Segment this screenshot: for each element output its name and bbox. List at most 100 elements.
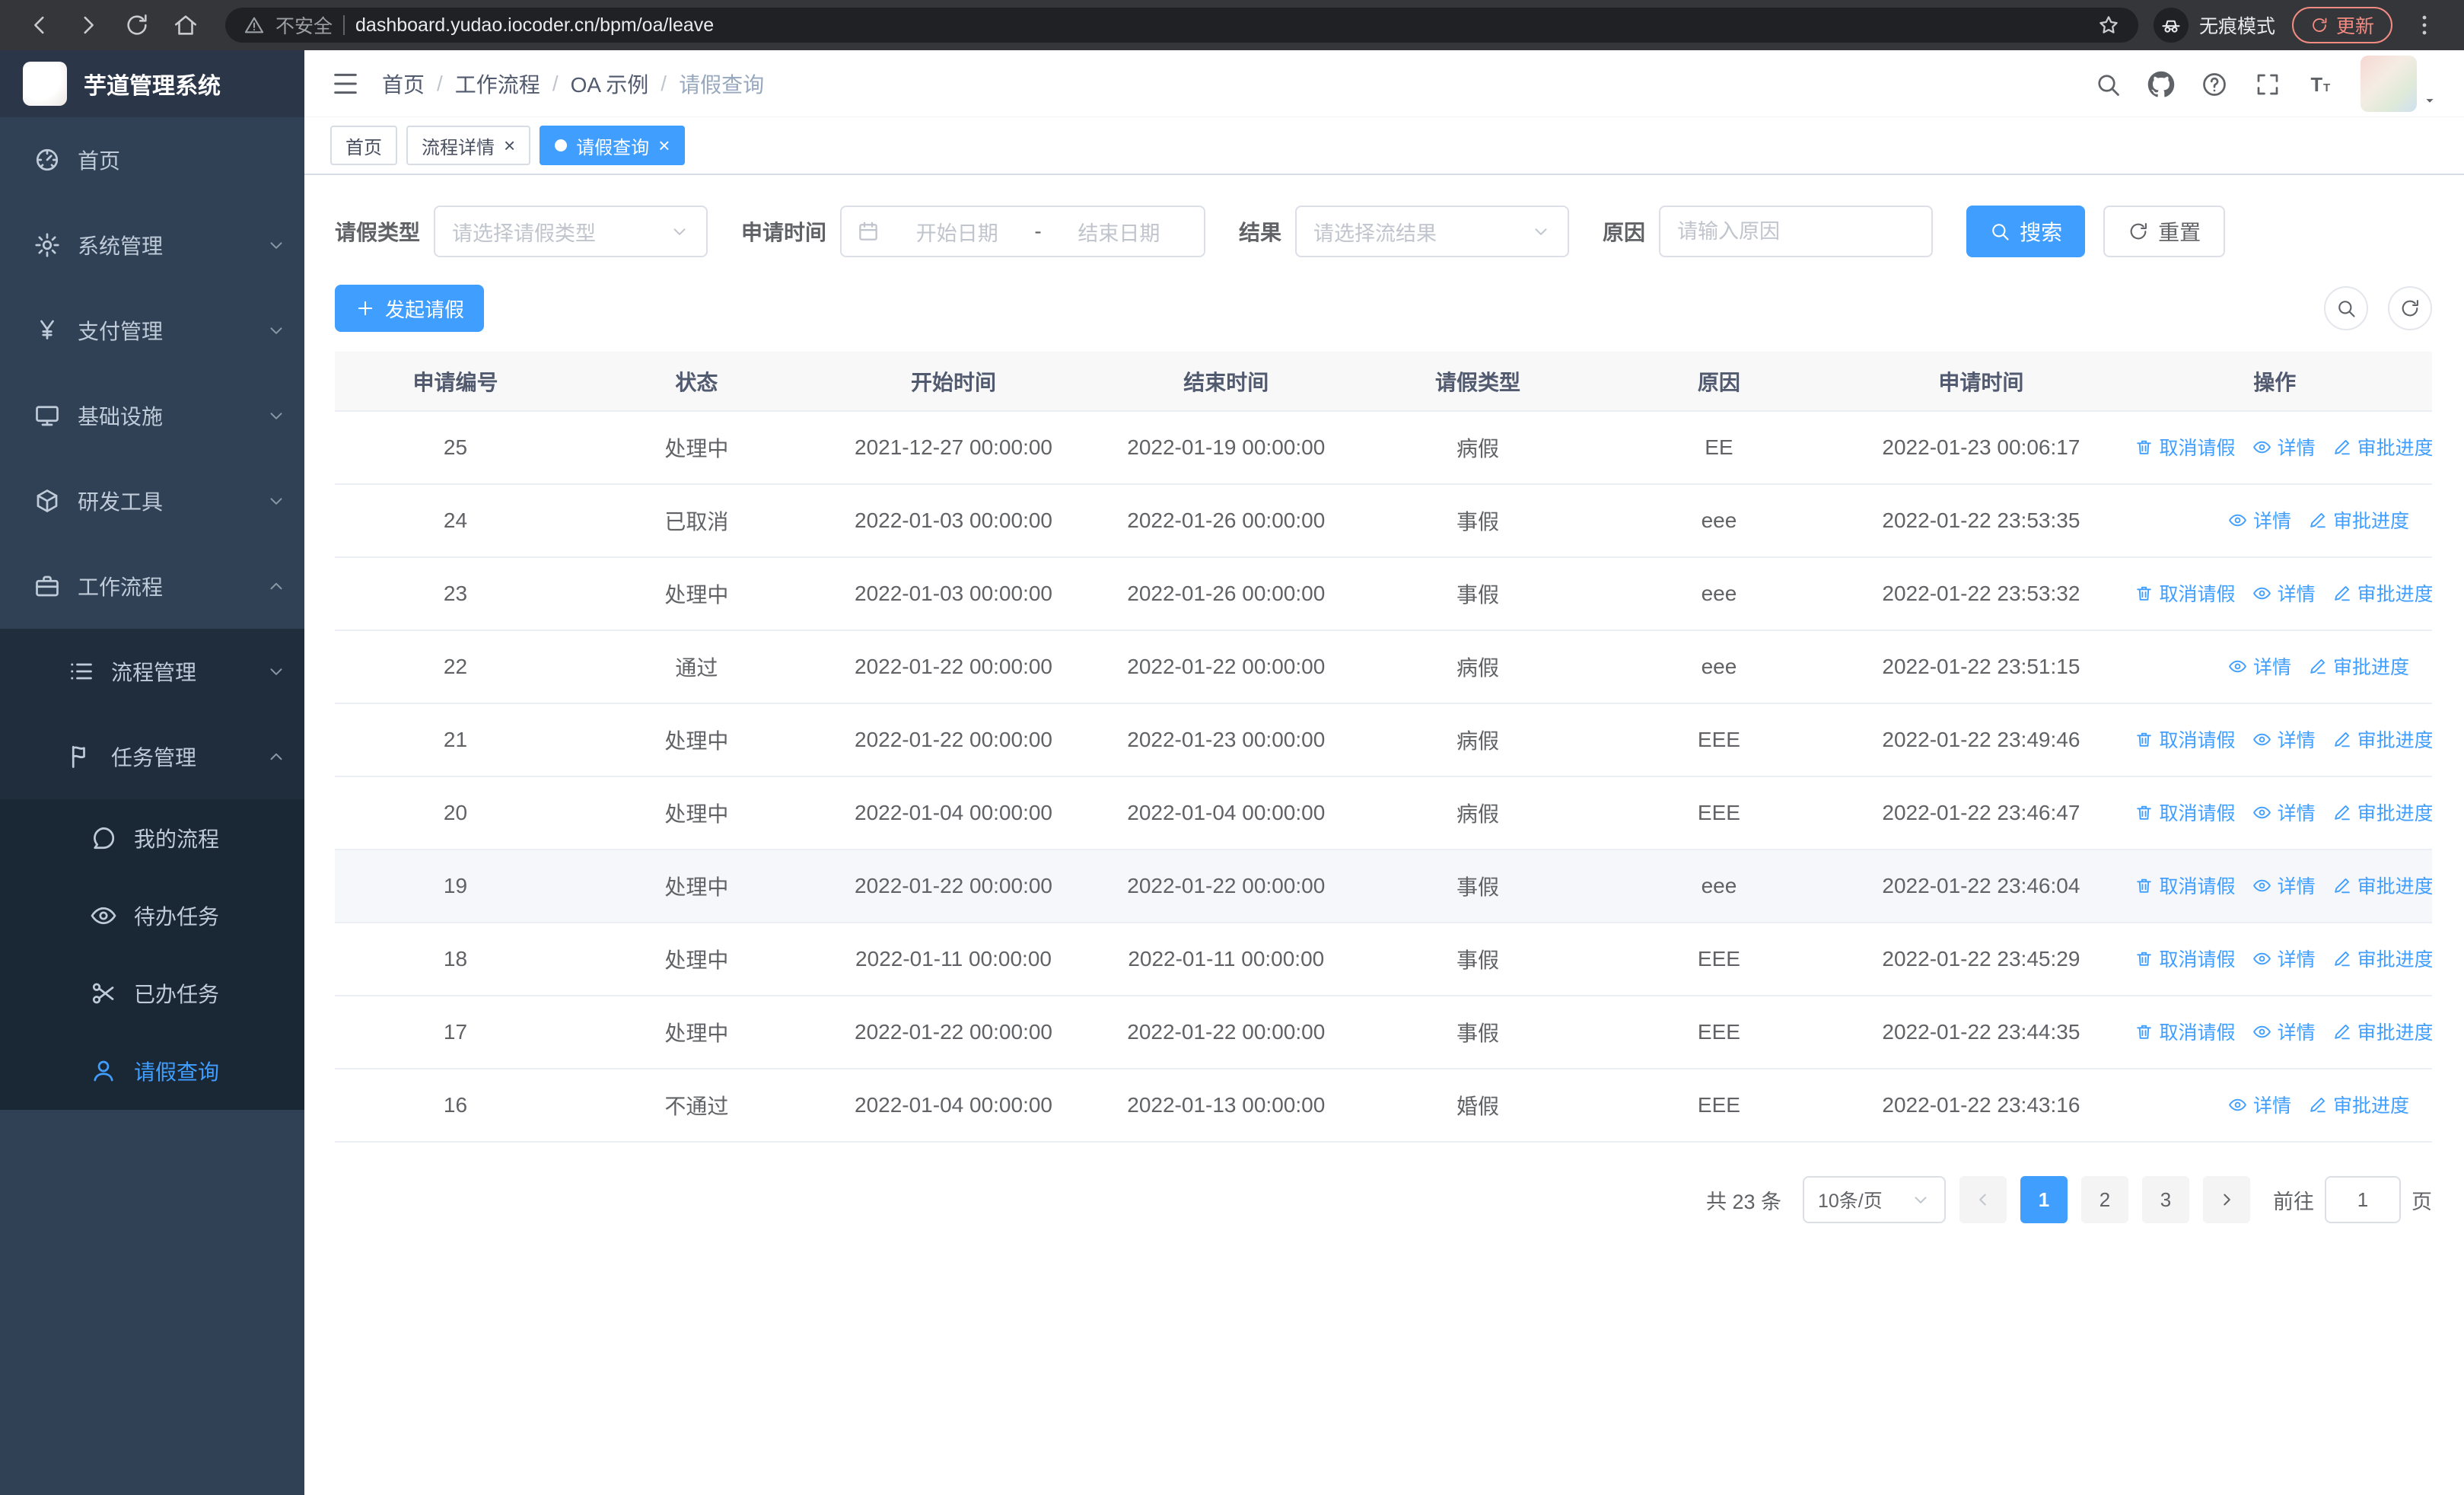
apply-time-range-picker[interactable]: 开始日期 - 结束日期 [840,206,1206,257]
bookmark-star-icon[interactable] [2097,14,2120,37]
sidebar-item-label: 工作流程 [78,575,164,599]
breadcrumb-item[interactable]: OA 示例 [571,69,649,99]
help-icon[interactable] [2201,71,2228,98]
browser-back-icon[interactable] [27,12,53,38]
detail-link[interactable]: 详情 [2228,1091,2291,1118]
cell-apply-no: 23 [335,557,576,631]
update-button[interactable]: 更新 [2291,7,2392,43]
next-page-button[interactable] [2203,1176,2250,1223]
close-icon[interactable]: × [658,135,670,155]
page-content: 请假类型 请选择请假类型 申请时间 开始日期 - 结束日期 结果 请选择流结果 … [304,175,2464,1223]
cell-end-time: 2022-01-22 00:00:00 [1090,850,1363,923]
search-icon[interactable] [2094,71,2122,98]
cell-status: 处理中 [575,557,817,631]
approval-progress-link[interactable]: 审批进度 [2332,872,2432,899]
toggle-search-button[interactable] [2324,286,2368,330]
approval-progress-link[interactable]: 审批进度 [2332,1018,2432,1045]
detail-link[interactable]: 详情 [2252,872,2316,899]
sidebar-item-label: 系统管理 [78,234,164,258]
tab-home[interactable]: 首页 [330,126,397,165]
approval-progress-link[interactable]: 审批进度 [2308,1091,2409,1118]
sidebar-item-task-mgmt[interactable]: 任务管理 [0,714,304,799]
table-row: 23 处理中 2022-01-03 00:00:00 2022-01-26 00:00… [335,557,2432,631]
cell-end-time: 2022-01-11 00:00:00 [1090,923,1363,996]
sidebar-item-home[interactable]: 首页 [0,117,304,202]
sidebar-item-process-mgmt[interactable]: 流程管理 [0,629,304,714]
sidebar-toggle-icon[interactable] [330,69,361,99]
browser-forward-icon[interactable] [75,12,101,38]
approval-progress-link[interactable]: 审批进度 [2332,799,2432,826]
cancel-leave-link[interactable]: 取消请假 [2135,799,2236,826]
cell-reason: eee [1593,850,1845,923]
fullscreen-icon[interactable] [2254,71,2281,98]
cell-reason: EEE [1593,923,1845,996]
page-button-2[interactable]: 2 [2081,1176,2128,1223]
detail-link[interactable]: 详情 [2252,433,2316,461]
page-size-select[interactable]: 10条/页 [1803,1176,1946,1223]
cell-status: 处理中 [575,850,817,923]
sidebar-item-my-process[interactable]: 我的流程 [0,799,304,877]
result-select[interactable]: 请选择流结果 [1295,206,1570,257]
detail-link[interactable]: 详情 [2228,652,2291,680]
chevron-down-icon [670,222,689,241]
cancel-leave-link[interactable]: 取消请假 [2135,433,2236,461]
search-button[interactable]: 搜索 [1966,206,2086,257]
cancel-leave-link[interactable]: 取消请假 [2135,945,2236,972]
tab-process-detail[interactable]: 流程详情 × [406,126,531,165]
prev-page-button[interactable] [1959,1176,2007,1223]
page-button-1[interactable]: 1 [2020,1176,2068,1223]
sidebar-item-infra[interactable]: 基础设施 [0,373,304,458]
font-size-icon[interactable]: TT [2307,71,2335,98]
user-menu[interactable] [2361,55,2438,112]
sidebar-item-done-tasks[interactable]: 已办任务 [0,955,304,1032]
cancel-leave-link[interactable]: 取消请假 [2135,872,2236,899]
sidebar-item-leave-query[interactable]: 请假查询 [0,1032,304,1110]
approval-progress-link[interactable]: 审批进度 [2308,506,2409,534]
cancel-leave-link-icon [2135,730,2154,749]
chevron-up-icon [266,576,286,596]
detail-link[interactable]: 详情 [2252,725,2316,753]
cancel-leave-link[interactable]: 取消请假 [2135,1018,2236,1045]
cell-actions: 取消请假 详情 审批进度 [2117,411,2432,485]
approval-progress-link[interactable]: 审批进度 [2332,945,2432,972]
sidebar-item-system[interactable]: 系统管理 [0,202,304,288]
github-icon[interactable] [2147,71,2175,98]
breadcrumb-item[interactable]: 工作流程 [455,69,540,99]
approval-progress-link[interactable]: 审批进度 [2308,652,2409,680]
create-leave-button[interactable]: 发起请假 [335,285,485,332]
chevron-left-icon [1973,1190,1993,1210]
approval-progress-link[interactable]: 审批进度 [2332,725,2432,753]
leave-type-select[interactable]: 请选择请假类型 [434,206,708,257]
detail-link-icon [2252,949,2271,968]
cancel-leave-link[interactable]: 取消请假 [2135,725,2236,753]
range-separator: - [1034,219,1042,243]
sidebar-item-payment[interactable]: 支付管理 [0,288,304,373]
sidebar-item-workflow[interactable]: 工作流程 [0,543,304,629]
tab-leave-query[interactable]: 请假查询 × [540,126,686,165]
sidebar-item-todo-tasks[interactable]: 待办任务 [0,877,304,955]
reason-input[interactable] [1659,206,1934,257]
browser-menu-icon[interactable] [2411,12,2437,38]
avatar[interactable] [2361,55,2417,112]
page-button-3[interactable]: 3 [2142,1176,2189,1223]
detail-link[interactable]: 详情 [2228,506,2291,534]
detail-link[interactable]: 详情 [2252,799,2316,826]
browser-home-icon[interactable] [173,12,199,38]
approval-progress-link[interactable]: 审批进度 [2332,433,2432,461]
goto-page-input[interactable] [2325,1176,2401,1223]
browser-reload-icon[interactable] [124,12,150,38]
address-bar[interactable]: 不安全 dashboard.yudao.iocoder.cn/bpm/oa/le… [225,8,2138,43]
close-icon[interactable]: × [504,135,515,155]
approval-progress-link[interactable]: 审批进度 [2332,579,2432,607]
col-actions: 操作 [2117,352,2432,412]
refresh-table-button[interactable] [2388,286,2432,330]
cancel-leave-link[interactable]: 取消请假 [2135,579,2236,607]
breadcrumb-item[interactable]: 首页 [382,69,425,99]
reset-button[interactable]: 重置 [2103,206,2226,257]
yen-icon [33,317,61,344]
detail-link[interactable]: 详情 [2252,1018,2316,1045]
sidebar-item-devtools[interactable]: 研发工具 [0,458,304,543]
detail-link[interactable]: 详情 [2252,945,2316,972]
chevron-down-icon [266,491,286,511]
detail-link[interactable]: 详情 [2252,579,2316,607]
